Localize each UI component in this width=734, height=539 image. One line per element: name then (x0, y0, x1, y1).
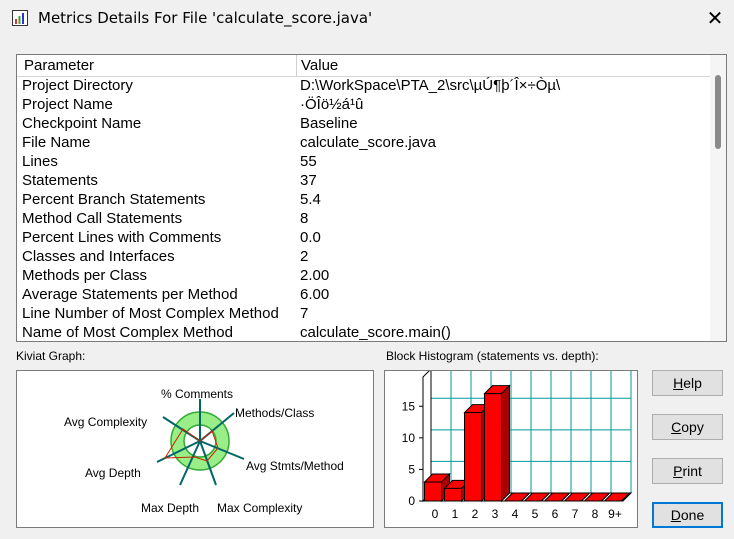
histogram-bar (464, 412, 482, 502)
value-cell: 55 (300, 153, 317, 170)
parameter-cell: Line Number of Most Complex Method (22, 305, 279, 322)
parameter-cell: Statements (22, 172, 98, 189)
block-histogram: 0 5 10 15 0 1 2 3 4 5 6 7 8 9+ (384, 367, 638, 528)
kiviat-axis-label: Methods/Class (235, 406, 314, 420)
value-cell: 2.00 (300, 267, 330, 284)
value-cell: 37 (300, 172, 317, 189)
value-cell: 5.4 (300, 191, 321, 208)
table-row[interactable]: Percent Lines with Comments 0.0 (17, 229, 710, 248)
y-tick-label: 15 (402, 399, 416, 413)
column-header-parameter[interactable]: Parameter (24, 57, 94, 74)
x-tick-label: 5 (532, 507, 539, 521)
scrollbar-thumb[interactable] (715, 75, 721, 149)
histogram-bar (424, 481, 442, 502)
table-row[interactable]: Line Number of Most Complex Method 7 (17, 305, 710, 324)
window-title: Metrics Details For File 'calculate_scor… (38, 9, 373, 27)
table-row[interactable]: Statements 37 (17, 172, 710, 191)
x-tick-label: 9+ (608, 507, 622, 521)
vertical-scrollbar[interactable] (710, 55, 726, 341)
histogram-bar (484, 393, 502, 502)
parameter-cell: File Name (22, 134, 91, 151)
x-tick-label: 0 (432, 507, 439, 521)
x-tick-label: 8 (592, 507, 599, 521)
value-cell: 2 (300, 248, 309, 265)
value-cell: D:\WorkSpace\PTA_2\src\µÚ¶þ´Î×÷Òµ\ (300, 77, 561, 94)
table-row[interactable]: Method Call Statements 8 (17, 210, 710, 229)
parameter-cell: Average Statements per Method (22, 286, 238, 303)
parameter-cell: Checkpoint Name (22, 115, 142, 132)
x-tick-label: 3 (492, 507, 499, 521)
parameter-cell: Classes and Interfaces (22, 248, 175, 265)
kiviat-svg: % Comments Methods/Class Avg Stmts/Metho… (64, 387, 344, 515)
table-row[interactable]: Lines 55 (17, 153, 710, 172)
parameter-cell: Percent Branch Statements (22, 191, 206, 208)
value-cell: calculate_score.java (300, 134, 436, 151)
table-row[interactable]: Average Statements per Method 6.00 (17, 286, 710, 305)
parameter-cell: Methods per Class (22, 267, 148, 284)
table-row[interactable]: File Name calculate_score.java (17, 134, 710, 153)
histogram-bar (444, 487, 462, 502)
column-header-value[interactable]: Value (301, 57, 338, 74)
kiviat-axes (156, 399, 245, 486)
histogram-label: Block Histogram (statements vs. depth): (386, 349, 599, 363)
y-tick-label: 10 (402, 431, 416, 445)
print-button[interactable]: Print (652, 458, 723, 484)
done-button[interactable]: Done (652, 502, 723, 528)
kiviat-axis-label: % Comments (161, 387, 233, 401)
x-tick-label: 1 (452, 507, 459, 521)
table-header: Parameter Value (17, 55, 710, 77)
x-tick-label: 6 (552, 507, 559, 521)
table-body: Project Directory D:\WorkSpace\PTA_2\src\… (17, 77, 710, 341)
kiviat-graph: % Comments Methods/Class Avg Stmts/Metho… (16, 370, 374, 528)
value-cell: calculate_score.main() (300, 324, 451, 341)
parameter-cell: Project Directory (22, 77, 133, 94)
value-cell: Baseline (300, 115, 358, 132)
parameter-cell: Project Name (22, 96, 113, 113)
x-tick-label: 4 (512, 507, 519, 521)
parameter-cell: Name of Most Complex Method (22, 324, 233, 341)
parameter-cell: Lines (22, 153, 58, 170)
value-cell: 0.0 (300, 229, 321, 246)
parameter-cell: Method Call Statements (22, 210, 183, 227)
title-bar: Metrics Details For File 'calculate_scor… (0, 0, 734, 36)
kiviat-axis-label: Avg Depth (85, 466, 141, 480)
table-row[interactable]: Methods per Class 2.00 (17, 267, 710, 286)
parameter-cell: Percent Lines with Comments (22, 229, 222, 246)
value-cell: 8 (300, 210, 309, 227)
kiviat-axis-label: Avg Complexity (64, 415, 147, 429)
histogram-svg: 0510150 1 2 3 4 5 6 7 8 9+ (402, 367, 633, 521)
metrics-table[interactable]: Parameter Value Project Directory D:\Work… (16, 54, 727, 342)
value-cell: 6.00 (300, 286, 330, 303)
histogram-bar-side (501, 384, 510, 503)
copy-button[interactable]: Copy (652, 414, 723, 440)
kiviat-axis-label: Avg Stmts/Method (246, 459, 344, 473)
x-tick-label: 7 (572, 507, 579, 521)
kiviat-axis-label: Max Depth (141, 501, 199, 515)
table-row[interactable]: Name of Most Complex Method calculate_sco… (17, 324, 710, 341)
x-tick-label: 2 (472, 507, 479, 521)
table-row[interactable]: Project Name ·ÖÎö½á¹û (17, 96, 710, 115)
table-row[interactable]: Checkpoint Name Baseline (17, 115, 710, 134)
kiviat-axis-label: Max Complexity (217, 501, 302, 515)
table-row[interactable]: Project Directory D:\WorkSpace\PTA_2\src\… (17, 77, 710, 96)
table-row[interactable]: Classes and Interfaces 2 (17, 248, 710, 267)
app-icon (12, 10, 28, 26)
table-row[interactable]: Percent Branch Statements 5.4 (17, 191, 710, 210)
column-separator[interactable] (296, 55, 297, 76)
y-tick-label: 0 (408, 494, 415, 508)
help-button[interactable]: Help (652, 370, 723, 396)
close-icon[interactable]: ✕ (702, 5, 728, 31)
y-tick-label: 5 (408, 462, 415, 476)
value-cell: ·ÖÎö½á¹û (300, 96, 364, 113)
kiviat-label: Kiviat Graph: (16, 349, 86, 363)
value-cell: 7 (300, 305, 309, 322)
